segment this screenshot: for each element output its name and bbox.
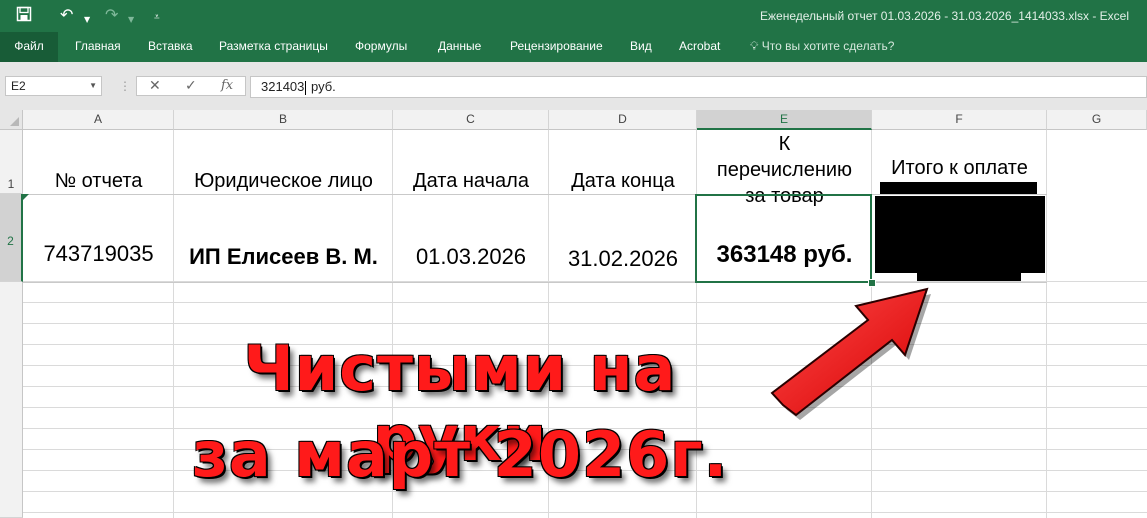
overlay-caption-line2: за март 2026г.: [191, 418, 729, 491]
